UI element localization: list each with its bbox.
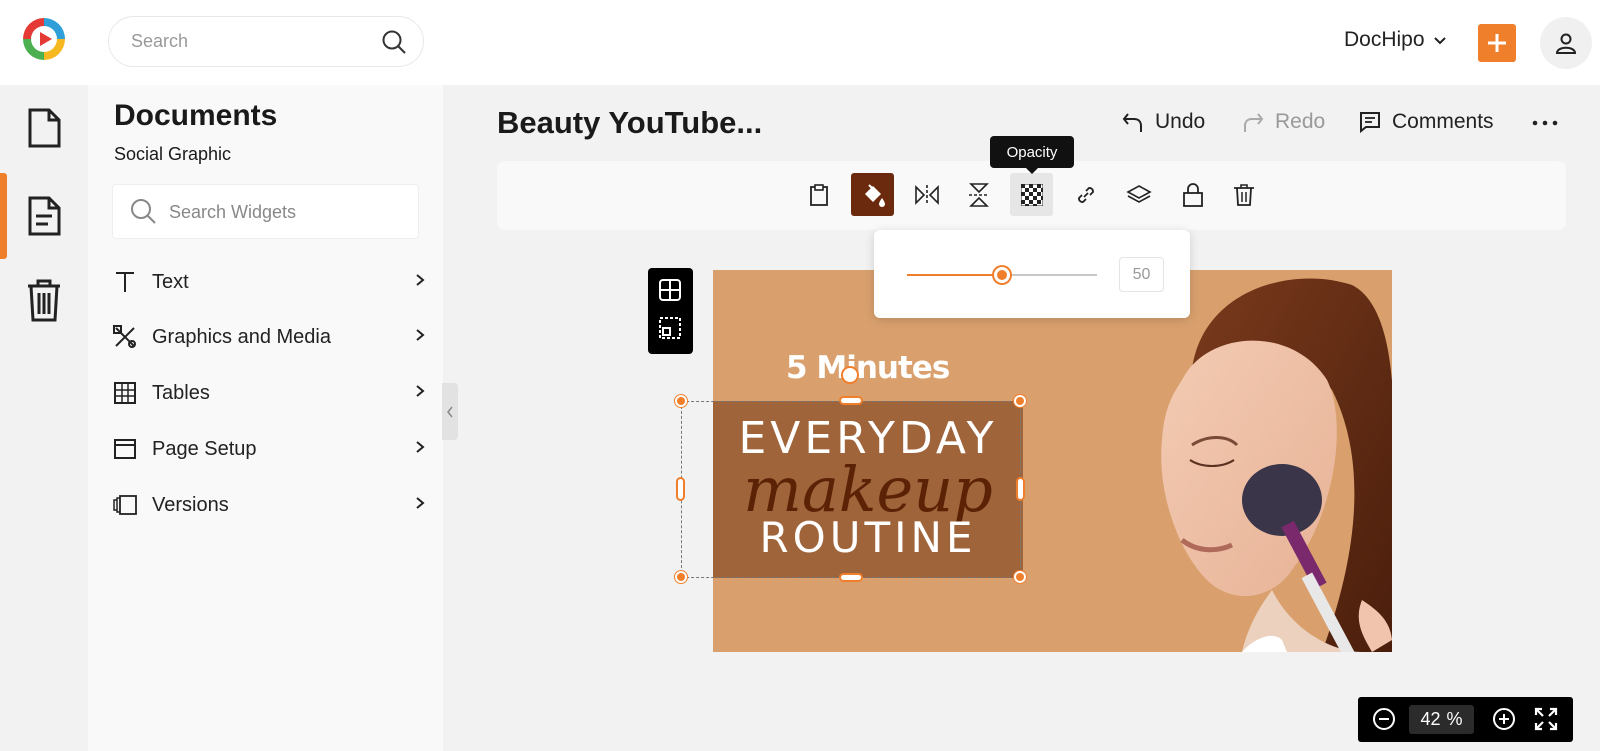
- graphics-icon: [110, 322, 140, 352]
- redo-button[interactable]: Redo: [1241, 110, 1325, 134]
- chevron-down-icon: [1433, 28, 1447, 52]
- zoom-out-icon[interactable]: [1372, 707, 1396, 736]
- selection-box[interactable]: [681, 401, 1021, 578]
- redo-label: Redo: [1275, 110, 1326, 133]
- document-title[interactable]: Beauty YouTube...: [497, 105, 762, 141]
- resize-handle-bottom-right[interactable]: [1014, 571, 1026, 583]
- opacity-icon[interactable]: [1010, 173, 1053, 216]
- comments-label: Comments: [1392, 110, 1494, 133]
- versions-icon: [110, 490, 140, 520]
- opacity-slider[interactable]: [907, 267, 1097, 283]
- search-input[interactable]: [131, 31, 361, 52]
- create-new-button[interactable]: [1478, 24, 1516, 62]
- resize-handle-right[interactable]: [1016, 477, 1025, 501]
- table-icon: [110, 378, 140, 408]
- clipboard-icon[interactable]: [797, 173, 840, 216]
- canvas-side-tools: [648, 268, 693, 354]
- menu-item-versions[interactable]: Versions: [110, 485, 425, 525]
- chevron-right-icon: [415, 328, 425, 347]
- zoom-in-icon[interactable]: [1492, 707, 1516, 736]
- select-area-icon[interactable]: [658, 316, 682, 345]
- undo-button[interactable]: Undo: [1121, 110, 1205, 134]
- resize-handle-bottom[interactable]: [839, 573, 863, 582]
- widget-search[interactable]: [112, 184, 419, 239]
- templates-icon: [28, 196, 61, 236]
- global-search[interactable]: [108, 16, 424, 67]
- more-options-icon[interactable]: [1532, 114, 1558, 132]
- chevron-right-icon: [415, 496, 425, 515]
- chevron-left-icon: [447, 406, 453, 417]
- flip-vertical-icon[interactable]: [957, 173, 1000, 216]
- resize-handle-top-left[interactable]: [675, 395, 687, 407]
- panel-subtitle: Social Graphic: [114, 144, 232, 164]
- chevron-right-icon: [415, 384, 425, 403]
- grid-icon[interactable]: [658, 278, 682, 307]
- chevron-right-icon: [415, 440, 425, 459]
- rail-documents[interactable]: [0, 85, 88, 171]
- search-icon: [129, 197, 157, 230]
- undo-icon: [1122, 113, 1142, 132]
- canvas-subtitle[interactable]: 5 Minutes: [786, 350, 950, 386]
- comments-icon: [1360, 112, 1380, 134]
- widgets-panel: Documents Social Graphic Text Graphics a…: [88, 85, 443, 751]
- zoom-value: 42: [1420, 709, 1441, 729]
- menu-item-label: Versions: [152, 493, 229, 516]
- zoom-bar: 42 %: [1358, 697, 1573, 742]
- model-photo[interactable]: [1122, 270, 1392, 652]
- menu-item-label: Graphics and Media: [152, 325, 331, 348]
- menu-item-page-setup[interactable]: Page Setup: [110, 429, 425, 469]
- resize-handle-bottom-left[interactable]: [675, 571, 687, 583]
- resize-handle-top[interactable]: [839, 396, 863, 405]
- delete-icon[interactable]: [1222, 173, 1265, 216]
- menu-item-label: Tables: [152, 381, 210, 404]
- menu-item-tables[interactable]: Tables: [110, 373, 425, 413]
- undo-label: Undo: [1155, 110, 1206, 133]
- page-setup-icon: [110, 434, 140, 464]
- opacity-slider-thumb[interactable]: [994, 267, 1010, 283]
- workspace-name: DocHipo: [1344, 28, 1425, 51]
- chevron-right-icon: [415, 273, 425, 292]
- menu-item-label: Text: [152, 270, 189, 293]
- dochipo-logo[interactable]: [21, 16, 67, 62]
- menu-item-graphics[interactable]: Graphics and Media: [110, 317, 425, 357]
- widget-search-input[interactable]: [169, 202, 399, 223]
- fill-color-icon[interactable]: [851, 173, 894, 216]
- flip-horizontal-icon[interactable]: [905, 173, 948, 216]
- opacity-tooltip: Opacity: [990, 136, 1074, 174]
- comments-button[interactable]: Comments: [1358, 110, 1494, 134]
- rail-trash[interactable]: [0, 257, 88, 343]
- panel-collapse-handle[interactable]: [442, 383, 458, 440]
- opacity-value-input[interactable]: 50: [1119, 257, 1164, 292]
- rotate-handle[interactable]: [841, 366, 859, 384]
- documents-icon: [28, 108, 61, 148]
- icon-rail: [0, 85, 88, 751]
- workspace-switcher[interactable]: DocHipo: [1344, 28, 1447, 52]
- layers-icon[interactable]: [1117, 173, 1160, 216]
- rail-templates[interactable]: [0, 173, 88, 259]
- resize-handle-top-right[interactable]: [1014, 395, 1026, 407]
- zoom-level[interactable]: 42 %: [1409, 705, 1474, 734]
- resize-handle-left[interactable]: [676, 477, 685, 501]
- search-icon[interactable]: [381, 29, 407, 60]
- user-icon: [1555, 33, 1577, 54]
- panel-title: Documents: [114, 99, 278, 132]
- fullscreen-icon[interactable]: [1534, 707, 1558, 736]
- menu-item-text[interactable]: Text: [110, 262, 425, 302]
- top-bar: DocHipo: [0, 0, 1600, 85]
- redo-icon: [1244, 113, 1264, 132]
- opacity-slider-fill: [907, 274, 1002, 276]
- lock-icon[interactable]: [1171, 173, 1214, 216]
- zoom-unit: %: [1446, 709, 1463, 729]
- trash-icon: [28, 279, 60, 322]
- opacity-popover: 50: [874, 230, 1190, 318]
- user-avatar[interactable]: [1540, 17, 1592, 69]
- link-icon[interactable]: [1064, 173, 1107, 216]
- text-icon: [110, 267, 140, 297]
- menu-item-label: Page Setup: [152, 437, 257, 460]
